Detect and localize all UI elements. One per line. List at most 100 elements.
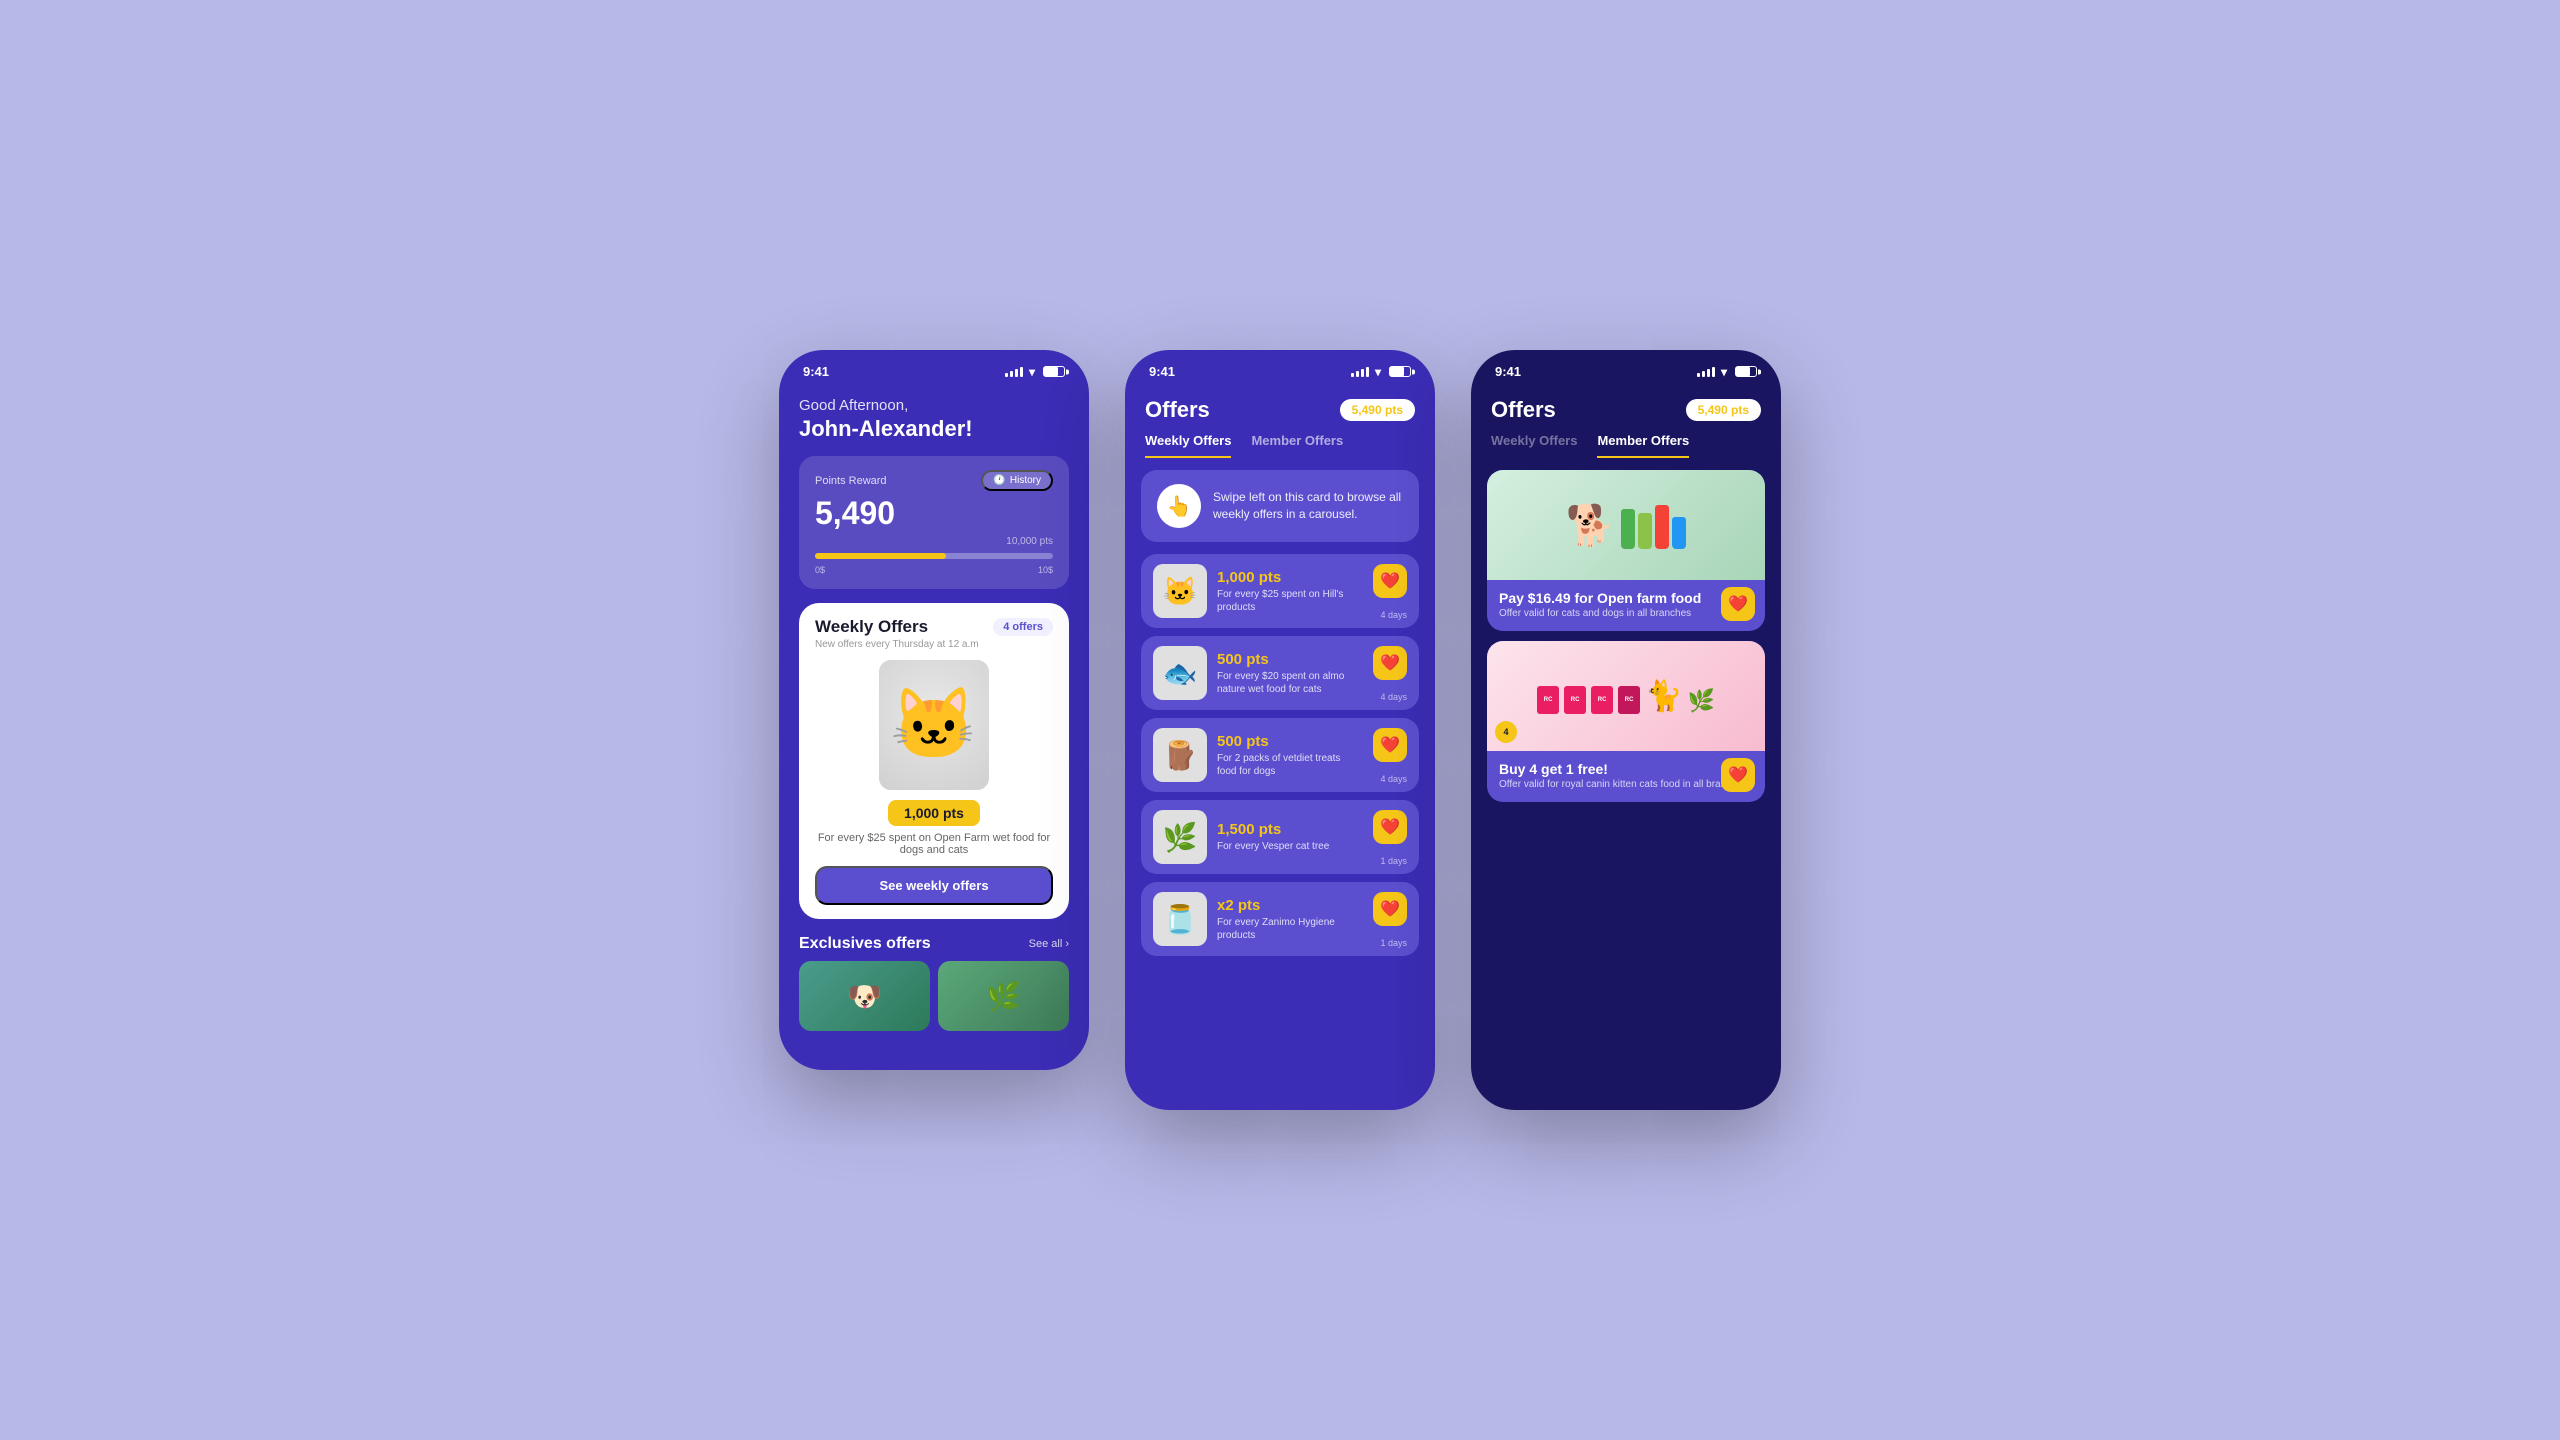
- cat-food-emoji: 🐱: [890, 684, 977, 766]
- clock-icon: 🕐: [993, 475, 1005, 486]
- offer-pts-3: 500 pts: [1217, 733, 1363, 750]
- hand-icon: 👆: [1167, 494, 1192, 519]
- see-offers-button[interactable]: See weekly offers: [815, 866, 1053, 905]
- member-offer-img-1: 🐕: [1487, 470, 1765, 580]
- offer-pts-5: x2 pts: [1217, 897, 1363, 914]
- offer-info-1: 1,000 pts For every $25 spent on Hill'sp…: [1217, 569, 1363, 614]
- member-offer-title-1: Pay $16.49 for Open farm food: [1499, 590, 1753, 606]
- screens-container: 9:41 ▾ Good Afternoon, John-Alexander!: [779, 330, 1781, 1110]
- progress-max: 10$: [1038, 565, 1053, 575]
- plant-icon: 🌿: [1687, 688, 1714, 714]
- screen2-header: Offers 5,490 pts: [1125, 387, 1435, 423]
- offer-days-4: 1 days: [1380, 856, 1407, 866]
- offer-fav-5[interactable]: ❤️: [1373, 892, 1407, 926]
- offer-desc-1: For every $25 spent on Hill'sproducts: [1217, 588, 1363, 614]
- member-fav-1[interactable]: ❤️: [1721, 587, 1755, 621]
- screen2-tabs: Weekly Offers Member Offers: [1125, 423, 1435, 458]
- screen3-title: Offers: [1491, 397, 1556, 423]
- exclusives-images: 🐶 🌿: [799, 961, 1069, 1031]
- member-dot-2: 4: [1495, 721, 1517, 743]
- phone-offers-member: 9:41 ▾ Offers 5,490 pts: [1471, 350, 1781, 1110]
- points-card: Points Reward 🕐 History 5,490 10,000 pts…: [799, 456, 1069, 589]
- offer-item-3[interactable]: 🪵 500 pts For 2 packs of vetdiet treatsf…: [1141, 718, 1419, 792]
- weekly-title: Weekly Offers: [815, 617, 928, 637]
- offer-fav-2[interactable]: ❤️: [1373, 646, 1407, 680]
- offer-item-4[interactable]: 🌿 1,500 pts For every Vesper cat tree ❤️…: [1141, 800, 1419, 874]
- screen2-title: Offers: [1145, 397, 1210, 423]
- phone-home: 9:41 ▾ Good Afternoon, John-Alexander!: [779, 350, 1089, 1070]
- exclusives-section: Exclusives offers See all › 🐶 🌿: [799, 935, 1069, 1031]
- progress-fill: [815, 553, 946, 559]
- offer-days-1: 4 days: [1380, 610, 1407, 620]
- dog-icon: 🐕: [1566, 502, 1616, 549]
- offer-fav-4[interactable]: ❤️: [1373, 810, 1407, 844]
- offer-pts-4: 1,500 pts: [1217, 821, 1363, 838]
- screen3-header: Offers 5,490 pts: [1471, 387, 1781, 423]
- weekly-subtitle: New offers every Thursday at 12 a.m: [815, 639, 1053, 650]
- offer-desc-4: For every Vesper cat tree: [1217, 840, 1363, 853]
- offer-item-2[interactable]: 🐟 500 pts For every $20 spent on almonat…: [1141, 636, 1419, 710]
- offer-info-2: 500 pts For every $20 spent on almonatur…: [1217, 651, 1363, 696]
- offer-item-5[interactable]: 🫙 x2 pts For every Zanimo Hygieneproduct…: [1141, 882, 1419, 956]
- offer-thumb-2: 🐟: [1153, 646, 1207, 700]
- signal-icon-3: [1697, 367, 1715, 377]
- offers-badge: 4 offers: [993, 618, 1053, 636]
- status-bar-2: 9:41 ▾: [1125, 350, 1435, 387]
- wifi-icon-2: ▾: [1375, 365, 1381, 379]
- points-pill-value: 5,490: [1352, 403, 1382, 417]
- points-label-row: Points Reward 🕐 History: [815, 470, 1053, 491]
- progress-min: 0$: [815, 565, 825, 575]
- status-bar-1: 9:41 ▾: [779, 350, 1089, 387]
- points-value: 5,490: [815, 495, 1053, 532]
- points-max: 10,000 pts: [815, 536, 1053, 547]
- time-3: 9:41: [1495, 364, 1521, 379]
- offer-desc-3: For 2 packs of vetdiet treatsfood for do…: [1217, 752, 1363, 778]
- user-name: John-Alexander!: [799, 416, 1069, 442]
- history-button[interactable]: 🕐 History: [981, 470, 1053, 491]
- screen3-tabs: Weekly Offers Member Offers: [1471, 423, 1781, 458]
- phone-offers-weekly: 9:41 ▾ Offers 5,490 pts: [1125, 350, 1435, 1110]
- tab-weekly-offers[interactable]: Weekly Offers: [1145, 433, 1231, 458]
- excl-img-1: 🐶: [799, 961, 930, 1031]
- screen3-pts-value: 5,490: [1698, 403, 1728, 417]
- status-bar-3: 9:41 ▾: [1471, 350, 1781, 387]
- battery-icon-2: [1389, 366, 1411, 377]
- offer-info-3: 500 pts For 2 packs of vetdiet treatsfoo…: [1217, 733, 1363, 778]
- offer-thumb-4: 🌿: [1153, 810, 1207, 864]
- offer-days-2: 4 days: [1380, 692, 1407, 702]
- member-offer-1[interactable]: 🐕 Pay $16.49 for Open farm food Offer va…: [1487, 470, 1765, 631]
- screen2-points-pill: 5,490 pts: [1340, 399, 1415, 421]
- points-label-text: Points Reward: [815, 475, 887, 487]
- progress-bar: [815, 553, 1053, 559]
- member-offer-img-2: RC RC RC RC 🐈 🌿 4: [1487, 641, 1765, 751]
- progress-labels: 0$ 10$: [815, 565, 1053, 575]
- offer-thumb-3: 🪵: [1153, 728, 1207, 782]
- offer-item-1[interactable]: 🐱 1,000 pts For every $25 spent on Hill'…: [1141, 554, 1419, 628]
- wifi-icon-1: ▾: [1029, 365, 1035, 379]
- battery-icon-3: [1735, 366, 1757, 377]
- offer-fav-3[interactable]: ❤️: [1373, 728, 1407, 762]
- swipe-text: Swipe left on this card to browse all we…: [1213, 489, 1403, 523]
- tab-weekly-screen3[interactable]: Weekly Offers: [1491, 433, 1577, 458]
- member-offer-2[interactable]: RC RC RC RC 🐈 🌿 4 Buy 4 get 1 free! Offe…: [1487, 641, 1765, 802]
- tab-member-screen3[interactable]: Member Offers: [1597, 433, 1689, 458]
- status-icons-3: ▾: [1697, 365, 1757, 379]
- battery-icon-1: [1043, 366, 1065, 377]
- offer-points-badge: 1,000 pts: [888, 800, 980, 826]
- time-1: 9:41: [803, 364, 829, 379]
- weekly-header: Weekly Offers 4 offers: [815, 617, 1053, 637]
- exclusives-header: Exclusives offers See all ›: [799, 935, 1069, 953]
- offer-info-5: x2 pts For every Zanimo Hygieneproducts: [1217, 897, 1363, 942]
- offer-fav-1[interactable]: ❤️: [1373, 564, 1407, 598]
- tab-member-offers[interactable]: Member Offers: [1251, 433, 1343, 458]
- see-all-link[interactable]: See all ›: [1029, 938, 1069, 950]
- offer-info-4: 1,500 pts For every Vesper cat tree: [1217, 821, 1363, 853]
- member-offer-sub-1: Offer valid for cats and dogs in all bra…: [1499, 608, 1753, 619]
- screen3-pts-label: pts: [1731, 403, 1749, 417]
- status-icons-1: ▾: [1005, 365, 1065, 379]
- member-offer-title-2: Buy 4 get 1 free!: [1499, 761, 1753, 777]
- member-fav-2[interactable]: ❤️: [1721, 758, 1755, 792]
- cat-food-image: 🐱: [879, 660, 989, 790]
- signal-icon-1: [1005, 367, 1023, 377]
- offer-pts-1: 1,000 pts: [1217, 569, 1363, 586]
